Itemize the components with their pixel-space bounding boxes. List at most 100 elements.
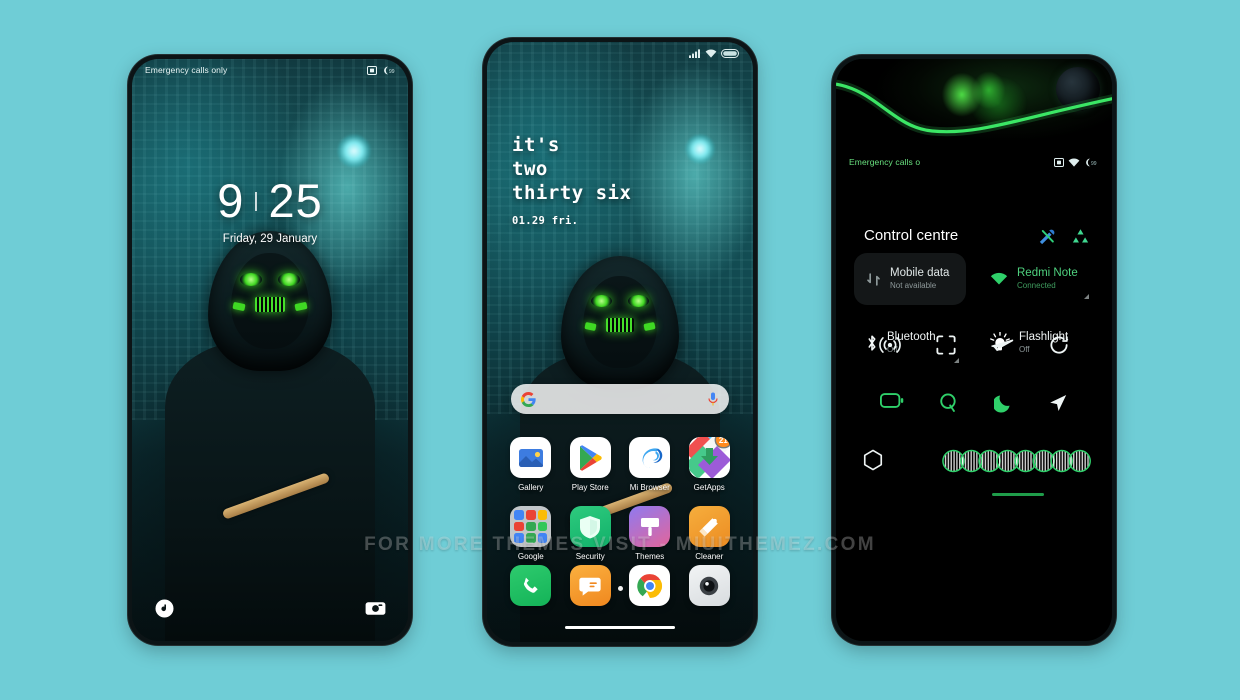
battery-icon: 99 — [1084, 158, 1099, 167]
green-wave-graphic — [836, 79, 1112, 137]
lock-flashlight-button[interactable] — [154, 598, 175, 619]
wifi-icon — [1068, 157, 1080, 167]
airplane-mode-icon[interactable] — [990, 335, 1014, 355]
svg-text:99: 99 — [389, 69, 395, 75]
mi-browser-icon — [642, 447, 663, 468]
expand-corner-icon[interactable] — [1084, 294, 1089, 299]
lock-status-bar: Emergency calls only 99 — [132, 59, 408, 81]
control-centre-screen[interactable]: Emergency calls o 99 Control centre Mobi… — [836, 59, 1112, 641]
widget-line-1: it's — [512, 134, 560, 156]
tile-status: Connected — [1017, 281, 1056, 291]
widget-line-3: thirty six — [512, 181, 632, 204]
sim-icon — [367, 65, 377, 75]
app-gallery[interactable]: Gallery — [501, 437, 561, 492]
app-label: Gallery — [518, 483, 544, 492]
do-not-disturb-icon[interactable] — [862, 449, 884, 471]
app-grid: Gallery Play Store Mi Browser 21 GetApps… — [501, 437, 739, 561]
app-label: Themes — [635, 552, 665, 561]
edit-toggles-icon[interactable] — [1071, 228, 1090, 245]
widget-date: 01.29 fri. — [512, 214, 579, 227]
brightness-dna-track — [942, 449, 1091, 473]
security-icon — [580, 515, 601, 538]
camera-app-icon — [700, 576, 719, 595]
messages-icon — [579, 577, 601, 596]
battery-saver-icon[interactable] — [879, 393, 904, 413]
carrier-label: Emergency calls only — [145, 65, 228, 75]
brightness-slider-handle[interactable] — [942, 493, 1094, 503]
google-folder-icon — [510, 506, 552, 547]
lock-date: Friday, 29 January — [222, 233, 318, 245]
app-themes[interactable]: Themes — [620, 506, 680, 561]
lock-clock: 9 | 25 Friday, 29 January — [132, 177, 408, 245]
mobile-data-icon — [866, 272, 881, 287]
streetlamp-glow — [337, 134, 371, 168]
quiet-mode-icon[interactable] — [939, 393, 958, 413]
dock-messages[interactable] — [569, 565, 611, 606]
signal-icon — [689, 48, 701, 58]
control-centre-title: Control centre — [864, 227, 959, 244]
brightness-slider[interactable] — [942, 447, 1094, 475]
dock-chrome[interactable] — [629, 565, 671, 606]
screenshot-icon[interactable] — [936, 335, 956, 355]
google-g-icon — [521, 391, 536, 407]
hotspot-icon[interactable] — [879, 335, 902, 355]
carrier-label: Emergency calls o — [849, 157, 921, 167]
toggle-row-2 — [836, 393, 1112, 413]
phone-home-screen: it's two thirty six 01.29 fri. Gallery P… — [483, 38, 757, 646]
app-getapps[interactable]: 21 GetApps — [680, 437, 740, 492]
lock-screen[interactable]: Emergency calls only 99 9 | 25 Friday, 2… — [132, 59, 408, 641]
expand-corner-icon[interactable] — [954, 358, 959, 363]
home-status-bar — [487, 42, 753, 64]
wifi-icon — [705, 48, 717, 58]
app-google-folder[interactable]: Google — [501, 506, 561, 561]
dock-camera[interactable] — [688, 565, 730, 606]
cleaner-icon — [699, 517, 719, 537]
themes-icon — [640, 517, 659, 536]
home-screen[interactable]: it's two thirty six 01.29 fri. Gallery P… — [487, 42, 753, 642]
clock-separator: | — [253, 189, 260, 212]
dock-phone[interactable] — [510, 565, 552, 606]
wallpaper-figure — [132, 211, 408, 641]
sync-icon[interactable] — [1049, 335, 1069, 355]
app-badge: 21 — [715, 437, 730, 447]
location-icon[interactable] — [1048, 393, 1068, 413]
app-label: Security — [575, 552, 605, 561]
cc-status-bar: Emergency calls o 99 — [836, 151, 1112, 173]
phone-lock-screen: Emergency calls only 99 9 | 25 Friday, 2… — [128, 55, 412, 645]
phone-icon — [523, 577, 538, 593]
clock-hours: 9 — [217, 174, 245, 227]
streetlamp-glow — [685, 134, 715, 164]
battery-icon — [721, 48, 740, 58]
chrome-icon — [637, 573, 662, 598]
app-label: Cleaner — [695, 552, 724, 561]
microphone-icon[interactable] — [707, 392, 719, 407]
app-label: Mi Browser — [629, 483, 670, 492]
lock-camera-button[interactable] — [365, 598, 386, 619]
app-play-store[interactable]: Play Store — [561, 437, 621, 492]
app-cleaner[interactable]: Cleaner — [680, 506, 740, 561]
battery-icon: 99 — [381, 66, 395, 75]
navigation-bar[interactable] — [565, 626, 675, 629]
gallery-icon — [518, 448, 543, 467]
tile-mobile-data[interactable]: Mobile data Not available — [854, 253, 966, 305]
tile-name: Mobile data — [890, 267, 950, 280]
settings-icon[interactable] — [1038, 227, 1057, 246]
control-centre-actions — [1038, 227, 1090, 246]
app-mi-browser[interactable]: Mi Browser — [620, 437, 680, 492]
play-store-icon — [580, 444, 602, 471]
clock-minutes: 25 — [268, 174, 323, 227]
wifi-tile-icon — [990, 272, 1008, 286]
app-label: Google — [517, 552, 544, 561]
tile-wifi[interactable]: Redmi Note Connected — [978, 253, 1096, 305]
dark-mode-icon[interactable] — [993, 393, 1013, 413]
toggle-row-1 — [836, 335, 1112, 355]
widget-line-2: two — [512, 157, 548, 180]
clock-widget[interactable]: it's two thirty six 01.29 fri. — [512, 134, 631, 227]
tile-name: Redmi Note — [1017, 267, 1078, 280]
tile-status: Not available — [890, 281, 937, 291]
app-security[interactable]: Security — [561, 506, 621, 561]
sim-icon — [1054, 157, 1064, 167]
control-centre-panel: Emergency calls o 99 Control centre Mobi… — [836, 59, 1112, 641]
svg-text:99: 99 — [1091, 161, 1097, 167]
google-search-bar[interactable] — [511, 384, 729, 414]
